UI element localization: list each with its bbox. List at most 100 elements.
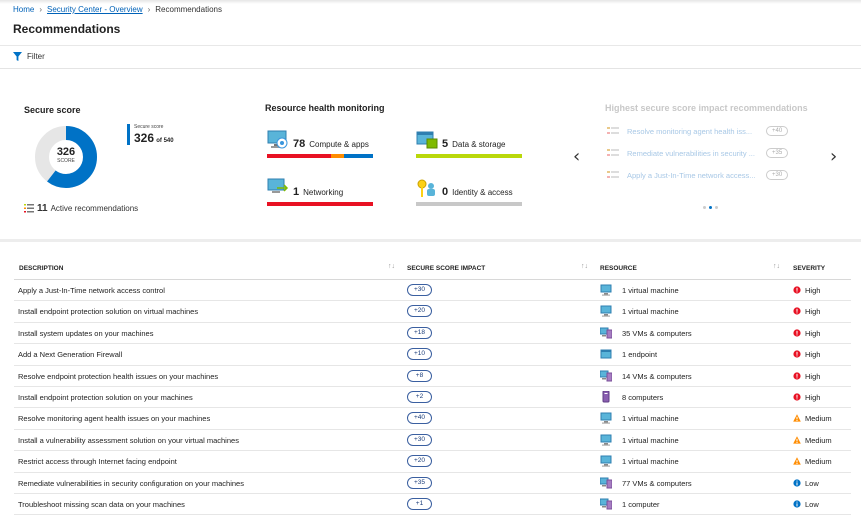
data-storage-count: 5	[442, 138, 449, 150]
header-shadow	[0, 0, 861, 4]
medium-severity-icon	[793, 457, 801, 465]
active-recommendations-link[interactable]: 11 Active recommendations	[24, 203, 138, 214]
table-row[interactable]: Resolve endpoint protection health issue…	[14, 366, 851, 387]
row-description: Troubleshoot missing scan data on your m…	[18, 499, 185, 509]
highest-impact-item[interactable]: Apply a Just-In-Time network access... +…	[607, 170, 797, 180]
row-severity: Medium	[805, 414, 832, 424]
sort-icon[interactable]: ↑↓	[773, 263, 780, 270]
donut-center: 326 SCORE	[34, 147, 98, 165]
carousel-dot[interactable]	[703, 206, 706, 209]
carousel-dot[interactable]	[715, 206, 718, 209]
row-resource[interactable]: 77 VMs & computers	[622, 479, 692, 488]
table-row[interactable]: Apply a Just-In-Time network access cont…	[14, 280, 851, 302]
breadcrumb-home-link[interactable]: Home	[13, 5, 34, 14]
row-resource[interactable]: 14 VMs & computers	[622, 372, 692, 381]
table-row[interactable]: Install a vulnerability assessment solut…	[14, 430, 851, 452]
health-networking[interactable]: 1 Networking	[267, 178, 343, 198]
health-bar-segment	[344, 154, 373, 158]
recommendations-table: DESCRIPTION ↑↓ SECURE SCORE IMPACT ↑↓ RE…	[14, 258, 851, 516]
carousel-prev-icon[interactable]: ‹	[573, 146, 580, 167]
row-resource[interactable]: 35 VMs & computers	[622, 329, 692, 338]
compute-health-bar	[267, 154, 373, 158]
high-severity-icon	[793, 371, 801, 380]
row-description: Install endpoint protection solution on …	[18, 307, 199, 317]
row-description: Install system updates on your machines	[18, 328, 154, 338]
virtual-machine-icon	[600, 412, 612, 425]
sort-icon[interactable]: ↑↓	[388, 263, 395, 270]
summary-panel-divider	[0, 239, 861, 242]
row-resource[interactable]: 1 virtual machine	[622, 457, 679, 466]
carousel-dot-active[interactable]	[709, 206, 712, 209]
table-row[interactable]: Install system updates on your machines +…	[14, 323, 851, 345]
row-description: Resolve endpoint protection health issue…	[18, 371, 219, 381]
row-description: Apply a Just-In-Time network access cont…	[18, 286, 165, 295]
computer-icon	[602, 390, 610, 403]
row-resource[interactable]: 1 virtual machine	[622, 307, 679, 316]
highest-impact-pill: +40	[766, 126, 789, 136]
table-row[interactable]: Install endpoint protection solution on …	[14, 387, 851, 409]
health-compute-apps[interactable]: 78 Compute & apps	[267, 130, 369, 150]
highest-impact-title: Highest secure score impact recommendati…	[605, 103, 808, 113]
identity-icon	[417, 179, 435, 197]
networking-count: 1	[293, 186, 300, 198]
secure-score-title[interactable]: Secure score	[24, 105, 81, 115]
column-header-description[interactable]: DESCRIPTION	[19, 265, 63, 272]
highest-impact-text: Resolve monitoring agent health iss...	[627, 126, 753, 136]
table-row[interactable]: Restrict access through Internet facing …	[14, 451, 851, 473]
row-resource[interactable]: 1 virtual machine	[622, 414, 679, 423]
impact-pill: +35	[407, 476, 432, 489]
medium-severity-icon	[793, 436, 801, 444]
vms-computers-icon	[600, 327, 612, 339]
virtual-machine-icon	[600, 455, 612, 467]
column-header-severity[interactable]: SEVERITY	[793, 265, 825, 272]
column-header-impact[interactable]: SECURE SCORE IMPACT	[407, 265, 485, 272]
score-legend-of: of 540	[156, 138, 174, 144]
table-header: DESCRIPTION ↑↓ SECURE SCORE IMPACT ↑↓ RE…	[14, 258, 851, 280]
networking-health-bar	[267, 202, 373, 206]
impact-pill: +20	[407, 455, 432, 468]
resource-health-title: Resource health monitoring	[265, 103, 385, 113]
table-body: Apply a Just-In-Time network access cont…	[14, 280, 851, 516]
active-label: Active recommendations	[50, 204, 139, 213]
row-resource[interactable]: 1 endpoint	[622, 350, 657, 359]
row-resource[interactable]: 8 computers	[622, 393, 663, 402]
highest-impact-text: Remediate vulnerabilities in security ..…	[627, 148, 755, 158]
virtual-machine-icon	[600, 434, 612, 446]
high-severity-icon	[793, 329, 801, 337]
highest-impact-pill: +35	[766, 148, 789, 158]
compute-icon	[267, 130, 288, 149]
virtual-machine-icon	[600, 284, 612, 296]
filter-button[interactable]: Filter	[13, 52, 45, 61]
filter-label: Filter	[27, 52, 45, 61]
column-header-resource[interactable]: RESOURCE	[600, 265, 637, 272]
row-severity: High	[805, 328, 821, 338]
table-row[interactable]: Remediate vulnerabilities in security co…	[14, 473, 851, 494]
low-severity-icon	[793, 478, 801, 487]
row-resource[interactable]: 1 computer	[622, 500, 660, 509]
row-resource[interactable]: 1 virtual machine	[622, 286, 679, 295]
row-resource[interactable]: 1 virtual machine	[622, 436, 679, 445]
list-icon	[607, 127, 619, 134]
carousel-next-icon[interactable]: ›	[830, 146, 837, 167]
list-icon	[24, 204, 34, 213]
table-row[interactable]: Troubleshoot missing scan data on your m…	[14, 494, 851, 516]
vms-computers-icon	[600, 370, 612, 382]
endpoint-icon	[600, 349, 612, 359]
table-row[interactable]: Install endpoint protection solution on …	[14, 301, 851, 323]
breadcrumb-overview-link[interactable]: Security Center - Overview	[47, 5, 143, 14]
networking-icon	[267, 178, 289, 193]
health-bar-segment	[267, 202, 373, 206]
active-count: 11	[37, 203, 48, 214]
health-data-storage[interactable]: 5 Data & storage	[416, 130, 506, 150]
sort-icon[interactable]: ↑↓	[581, 263, 588, 270]
health-identity-access[interactable]: 0 Identity & access	[416, 178, 513, 198]
highest-impact-item[interactable]: Resolve monitoring agent health iss... +…	[607, 126, 797, 136]
high-severity-icon	[793, 286, 801, 294]
highest-impact-item[interactable]: Remediate vulnerabilities in security ..…	[607, 148, 797, 158]
table-row[interactable]: Add a Next Generation Firewall +10 1 endpo…	[14, 344, 851, 366]
list-icon	[607, 149, 619, 156]
breadcrumb: Home › Security Center - Overview › Reco…	[13, 5, 222, 14]
table-row[interactable]: Resolve monitoring agent health issues o…	[14, 408, 851, 430]
carousel-dots[interactable]	[703, 206, 718, 209]
medium-severity-icon	[793, 414, 801, 422]
